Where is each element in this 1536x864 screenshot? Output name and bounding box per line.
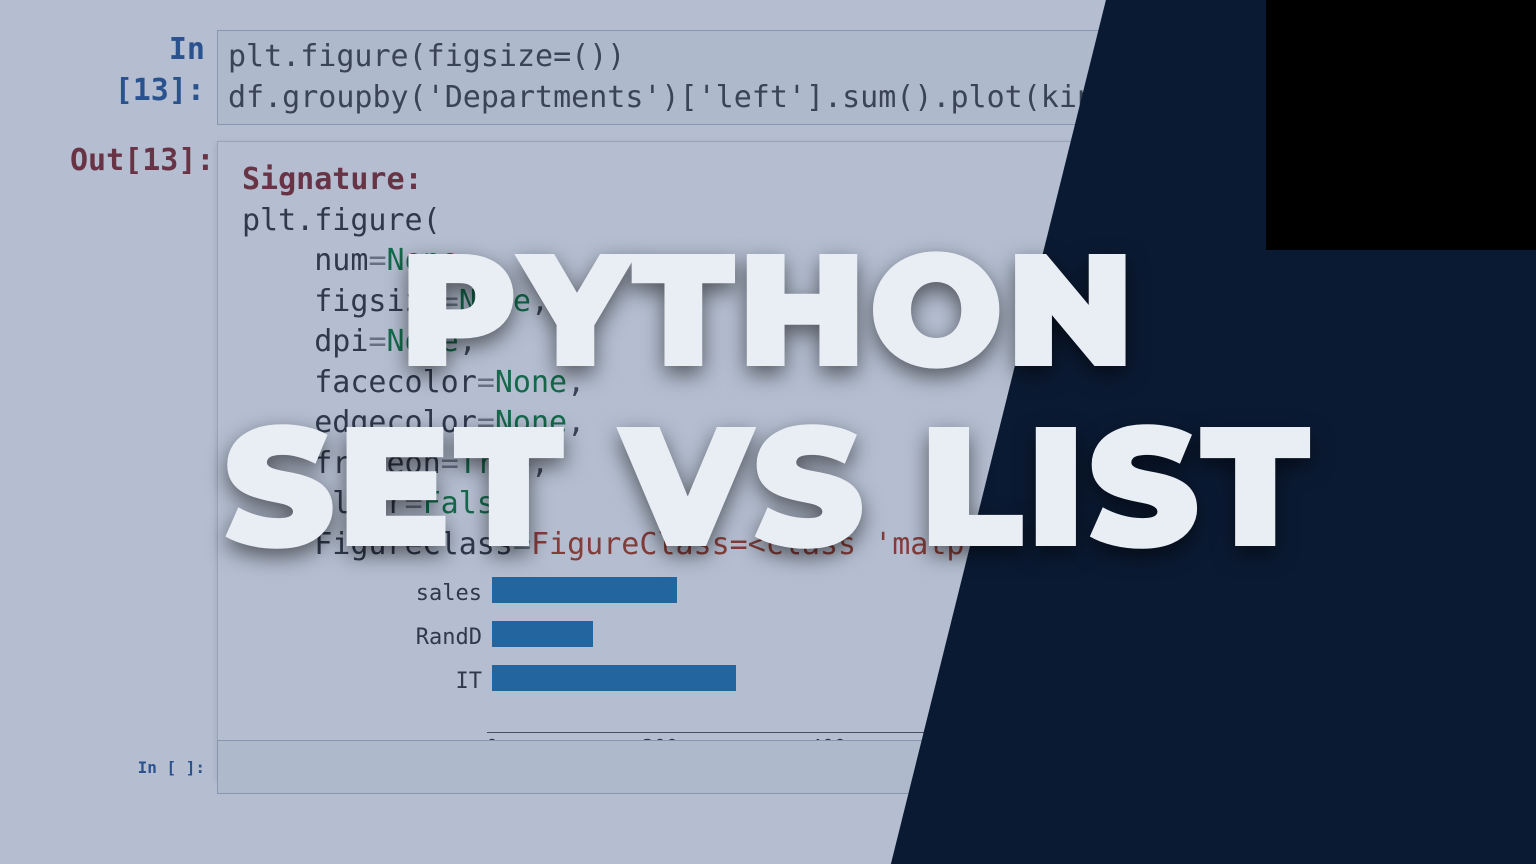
bar: [492, 621, 593, 647]
bar-chart: salesRandDIT0200400: [412, 571, 932, 761]
code-line: df.groupby('Departments')['left'].sum().…: [228, 78, 1149, 119]
y-tick-label: RandD: [362, 623, 482, 653]
param-line: facecolor=None,: [242, 363, 1380, 404]
param-line: edgecolor=None,: [242, 403, 1380, 444]
thumbnail-stage: In [13]: plt.figure(figsize=()) df.group…: [0, 0, 1536, 864]
x-axis: [487, 732, 932, 733]
param-line: clear=False,: [242, 484, 1380, 525]
param-line: figsize=None,: [242, 282, 1380, 323]
param-line: dpi=None,: [242, 322, 1380, 363]
in-prompt-empty: In [ ]:: [70, 758, 205, 777]
bar: [492, 577, 677, 603]
param-line: frameon=True,: [242, 444, 1380, 485]
signature-label: Signature:: [242, 162, 423, 197]
out-prompt: Out[13]:: [70, 141, 205, 182]
in-prompt: In [13]:: [70, 30, 205, 111]
output-cell: Out[13]: Signature: plt.figure( num=None…: [70, 141, 1170, 780]
code-box: plt.figure(figsize=()) df.groupby('Depar…: [217, 30, 1160, 125]
input-cell: In [13]: plt.figure(figsize=()) df.group…: [70, 30, 1170, 125]
code-line: plt.figure(figsize=()): [228, 37, 1149, 78]
bar: [492, 665, 736, 691]
param-line: num=None,: [242, 241, 1380, 282]
figureclass-line: FigureClass=FigureClass=<class 'matplotl…: [242, 525, 1380, 566]
code-box-empty: [217, 740, 1069, 794]
y-tick-label: sales: [362, 579, 482, 609]
signature-tooltip: Signature: plt.figure( num=None, figsize…: [217, 141, 1405, 780]
y-tick-label: IT: [362, 667, 482, 697]
empty-input-cell: In [ ]:: [70, 740, 1069, 794]
notebook-background: In [13]: plt.figure(figsize=()) df.group…: [0, 0, 1170, 796]
signature-open: plt.figure(: [242, 201, 1380, 242]
